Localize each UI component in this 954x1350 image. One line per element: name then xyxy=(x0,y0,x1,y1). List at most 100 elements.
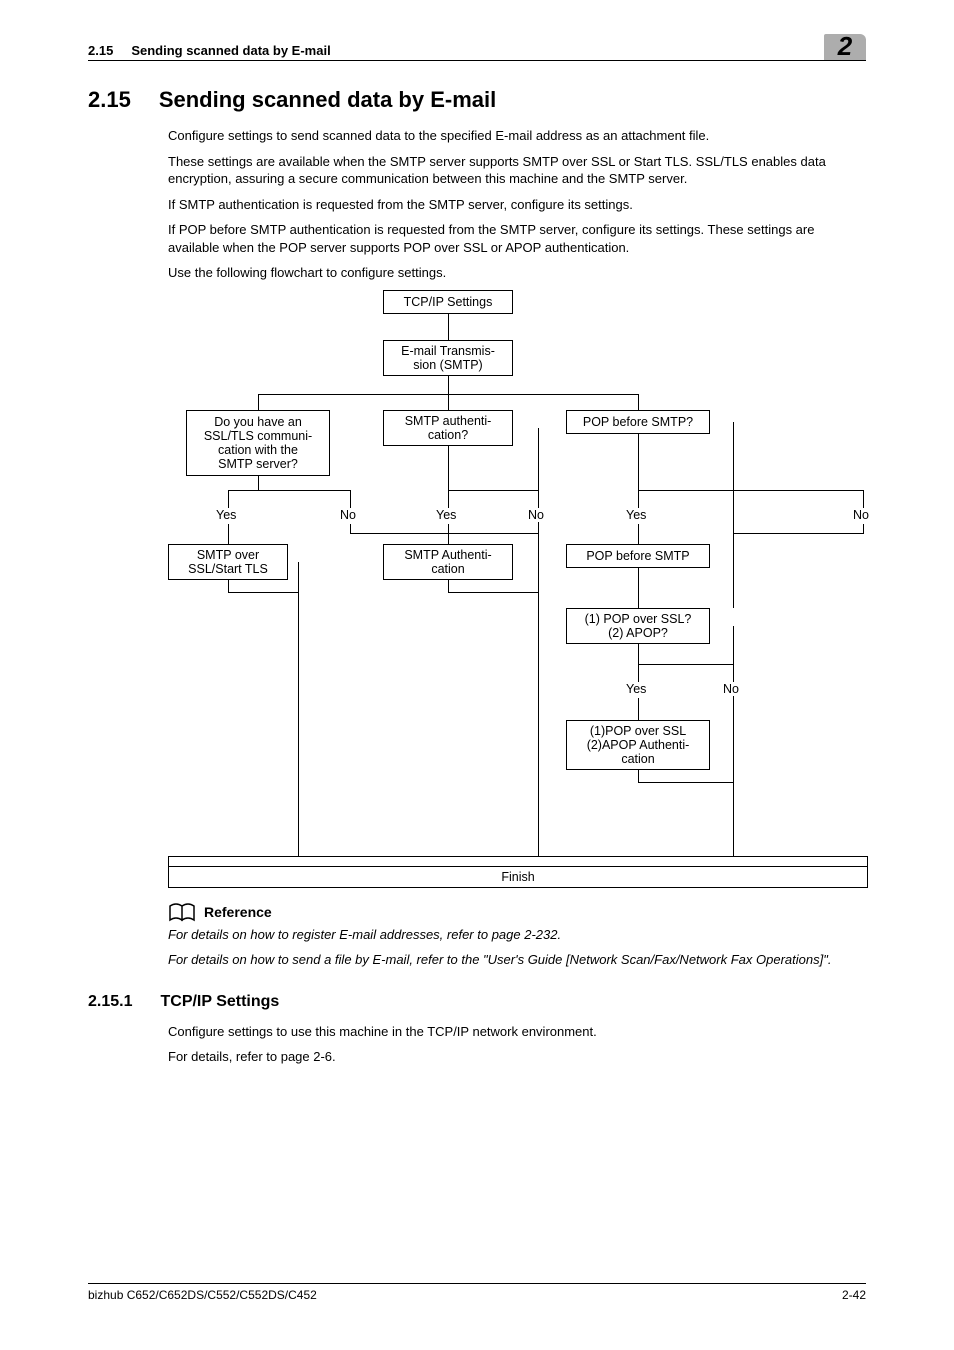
header-section-number: 2.15 xyxy=(88,43,113,58)
flow-connector xyxy=(638,644,639,664)
section-title: Sending scanned data by E-mail xyxy=(159,87,496,113)
flow-connector xyxy=(638,434,639,490)
flow-connector xyxy=(638,770,639,782)
chapter-number: 2 xyxy=(824,34,866,60)
flow-connector xyxy=(638,698,639,720)
flow-label-yes: Yes xyxy=(216,508,236,522)
flow-connector xyxy=(863,490,864,508)
flow-label-no: No xyxy=(340,508,356,522)
page-footer: bizhub C652/C652DS/C552/C552DS/C452 2-42 xyxy=(88,1283,866,1302)
flow-connector xyxy=(638,664,639,682)
flow-connector xyxy=(228,490,350,491)
flow-connector xyxy=(448,490,449,508)
flow-node-tcpip: TCP/IP Settings xyxy=(383,290,513,314)
flow-node-text: cation xyxy=(621,752,654,766)
flow-label-yes: Yes xyxy=(436,508,456,522)
flow-connector xyxy=(228,592,299,593)
flow-connector xyxy=(638,490,639,508)
flow-node-question-pop-ssl: (1) POP over SSL? (2) APOP? xyxy=(566,608,710,644)
flow-connector xyxy=(733,533,864,534)
flow-connector xyxy=(638,490,863,491)
flow-connector xyxy=(448,490,538,491)
footer-page: 2-42 xyxy=(842,1288,866,1302)
flow-connector xyxy=(350,524,351,533)
flow-connector xyxy=(448,592,539,593)
flow-connector xyxy=(448,524,449,544)
section-number: 2.15 xyxy=(88,87,131,113)
footer-model: bizhub C652/C652DS/C552/C552DS/C452 xyxy=(88,1288,317,1302)
running-header: 2.15 Sending scanned data by E-mail 2 xyxy=(88,34,866,61)
flow-node-text: Do you have an xyxy=(214,415,302,429)
flow-connector xyxy=(638,568,639,608)
flow-node-question-smtpauth: SMTP authenti- cation? xyxy=(383,410,513,446)
paragraph: For details, refer to page 2-6. xyxy=(168,1048,866,1066)
flow-label-yes: Yes xyxy=(626,682,646,696)
paragraph: If SMTP authentication is requested from… xyxy=(168,196,866,214)
flow-connector xyxy=(733,422,734,533)
flow-node-question-ssl: Do you have an SSL/TLS communi- cation w… xyxy=(186,410,330,476)
paragraph: Configure settings to use this machine i… xyxy=(168,1023,866,1041)
flow-node-email: E-mail Transmis- sion (SMTP) xyxy=(383,340,513,376)
flow-node-text: SMTP over xyxy=(197,548,259,562)
flow-connector xyxy=(448,376,449,394)
flow-connector xyxy=(638,664,734,665)
flow-node-text: SSL/TLS communi- xyxy=(204,429,312,443)
chapter-tab: 2 xyxy=(824,34,866,58)
flow-node-text: SMTP Authenti- xyxy=(404,548,491,562)
paragraph: Configure settings to send scanned data … xyxy=(168,127,866,145)
paragraph: These settings are available when the SM… xyxy=(168,153,866,188)
flow-connector xyxy=(638,524,639,544)
paragraph: If POP before SMTP authentication is req… xyxy=(168,221,866,256)
subsection-number: 2.15.1 xyxy=(88,993,132,1011)
flow-node-question-popbefore: POP before SMTP? xyxy=(566,410,710,434)
flow-label-yes: Yes xyxy=(626,508,646,522)
flow-node-text: cation with the xyxy=(218,443,298,457)
flow-node-text: SSL/Start TLS xyxy=(188,562,268,576)
subsection-heading: 2.15.1 TCP/IP Settings xyxy=(88,993,866,1011)
flow-node-text: SMTP server? xyxy=(218,457,298,471)
flow-connector xyxy=(733,701,734,856)
flow-connector xyxy=(258,476,259,490)
flow-connector xyxy=(228,524,229,544)
paragraph: Use the following flowchart to configure… xyxy=(168,264,866,282)
flow-label-no: No xyxy=(528,508,544,522)
flow-node-smtp-ssl: SMTP over SSL/Start TLS xyxy=(168,544,288,580)
flow-connector xyxy=(538,533,539,856)
flow-node-text: (2) APOP? xyxy=(608,626,668,640)
flow-label-no: No xyxy=(853,508,869,522)
subsection-title: TCP/IP Settings xyxy=(160,993,279,1011)
reference-heading-text: Reference xyxy=(204,904,272,920)
flow-connector xyxy=(228,490,229,508)
flow-node-pop-before-smtp: POP before SMTP xyxy=(566,544,710,568)
flow-node-text: (1) POP over SSL? xyxy=(585,612,692,626)
flow-connector xyxy=(298,562,299,856)
flow-node-text: (2)APOP Authenti- xyxy=(587,738,690,752)
flow-connector xyxy=(638,782,734,783)
flow-connector xyxy=(448,446,449,490)
reference-icon xyxy=(168,902,198,922)
flow-connector xyxy=(228,580,229,592)
flow-node-text: SMTP authenti- xyxy=(405,414,492,428)
header-section-title: Sending scanned data by E-mail xyxy=(131,43,330,58)
flow-node-finish: Finish xyxy=(168,866,868,888)
reference-text: For details on how to register E-mail ad… xyxy=(168,926,866,944)
flow-connector xyxy=(733,664,734,682)
flow-node-text: cation xyxy=(431,562,464,576)
section-heading: 2.15 Sending scanned data by E-mail xyxy=(88,87,866,113)
flow-connector xyxy=(863,524,864,533)
flow-connector xyxy=(168,856,868,857)
flow-connector xyxy=(638,394,639,410)
reference-heading: Reference xyxy=(168,902,866,922)
flow-node-text: cation? xyxy=(428,428,468,442)
flow-node-text: sion (SMTP) xyxy=(413,358,482,372)
flow-connector xyxy=(448,580,449,592)
flow-connector xyxy=(350,490,351,508)
flow-connector xyxy=(448,394,449,410)
flow-node-text: (1)POP over SSL xyxy=(590,724,686,738)
flow-node-text: E-mail Transmis- xyxy=(401,344,495,358)
flow-node-smtp-auth: SMTP Authenti- cation xyxy=(383,544,513,580)
flow-connector xyxy=(258,394,259,410)
flow-connector xyxy=(448,314,449,340)
flow-connector xyxy=(733,533,734,608)
flow-node-pop-ssl-auth: (1)POP over SSL (2)APOP Authenti- cation xyxy=(566,720,710,770)
